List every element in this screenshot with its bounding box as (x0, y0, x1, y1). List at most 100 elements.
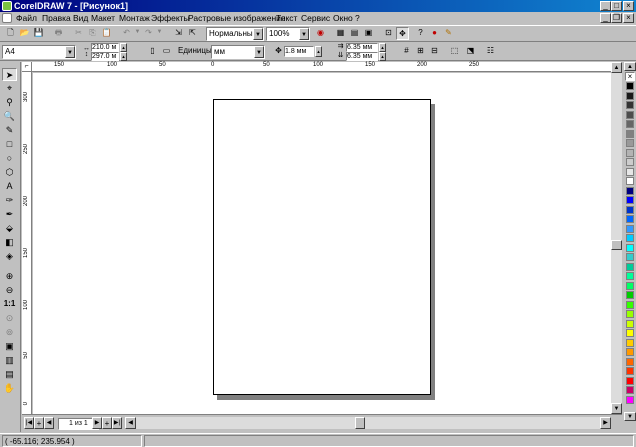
color-swatch[interactable] (626, 395, 634, 404)
add-page-before-button[interactable]: + (34, 417, 44, 429)
menu-window[interactable]: Окно (333, 12, 353, 24)
nudge-spinner[interactable]: ▴ (315, 46, 322, 57)
color-swatch[interactable] (626, 196, 634, 204)
color-swatch[interactable] (626, 291, 634, 299)
paper-size-select[interactable]: A4 ▼ (2, 45, 76, 59)
duplicate-y-spinner[interactable]: ▴ (379, 52, 386, 61)
chevron-down-icon[interactable]: ▼ (299, 28, 309, 40)
color-swatch[interactable] (626, 319, 634, 328)
zoom-page-icon[interactable]: ▣ (2, 340, 17, 353)
corel-application-icon[interactable]: ◉ (314, 27, 327, 40)
color-swatch[interactable] (626, 348, 634, 356)
interactive-blend-icon[interactable]: ◈ (2, 250, 17, 263)
previous-page-button[interactable]: ◀ (44, 417, 54, 429)
landscape-icon[interactable]: ▭ (160, 45, 173, 58)
first-page-button[interactable]: |◀ (24, 417, 34, 429)
save-icon[interactable]: 💾 (32, 27, 45, 40)
color-swatch[interactable] (626, 386, 634, 394)
menu-view[interactable]: Вид (73, 12, 88, 24)
color-swatch[interactable] (626, 215, 634, 223)
export-icon[interactable]: ⇱ (186, 27, 199, 40)
page-width-input[interactable]: 210.0 м (91, 43, 119, 52)
pan-tool-icon[interactable]: ✋ (2, 382, 17, 395)
object-manager-icon[interactable]: ▣ (362, 27, 375, 40)
color-swatch[interactable] (626, 262, 634, 271)
view-mode-select[interactable]: Нормальный ▼ (206, 27, 264, 41)
page-height-input[interactable]: 297.0 м (91, 52, 119, 61)
zoom-all-icon[interactable]: ⊚ (2, 326, 17, 339)
color-swatch[interactable] (626, 205, 634, 214)
minimize-button[interactable]: _ (600, 1, 611, 11)
color-swatch[interactable] (626, 376, 634, 385)
scroll-up-button[interactable]: ▲ (611, 62, 622, 73)
zoom-out-icon[interactable]: ⊖ (2, 284, 17, 297)
next-page-button[interactable]: ▶ (92, 417, 102, 429)
copy-icon[interactable]: ⎘ (86, 27, 99, 40)
color-swatch[interactable] (626, 338, 634, 347)
color-swatch[interactable] (626, 101, 634, 109)
new-icon[interactable]: 🗋 (4, 27, 17, 40)
zoom-page-height-icon[interactable]: ▤ (2, 368, 17, 381)
vertical-scrollbar[interactable]: ▲ ▼ (611, 62, 622, 414)
text-tool-icon[interactable]: A (2, 180, 17, 193)
outline-tool-icon[interactable]: ✒ (2, 208, 17, 221)
doc-restore-button[interactable]: ❐ (611, 13, 622, 23)
color-swatch[interactable] (626, 272, 634, 280)
pick-tool-icon[interactable]: ➤ (2, 68, 17, 81)
chevron-down-icon[interactable]: ▼ (65, 46, 75, 58)
units-select[interactable]: мм ▼ (211, 45, 265, 59)
ruler-origin[interactable]: ⌐ (22, 62, 32, 72)
menu-tools[interactable]: Сервис (301, 12, 330, 24)
zoom-in-icon[interactable]: ⊕ (2, 270, 17, 283)
snap-icon[interactable]: ✥ (396, 27, 409, 40)
rectangle-tool-icon[interactable]: □ (2, 138, 17, 151)
freehand-tool-icon[interactable]: ✎ (2, 124, 17, 137)
menu-effects[interactable]: Эффекты (151, 12, 190, 24)
coreldraw-icon[interactable] (2, 1, 12, 11)
corel-launcher-icon[interactable]: ▦ (334, 27, 347, 40)
color-swatch[interactable] (626, 110, 634, 119)
color-swatch[interactable] (626, 186, 634, 195)
zoom-selected-icon[interactable]: ⊙ (2, 312, 17, 325)
color-swatch[interactable] (626, 224, 634, 233)
portrait-icon[interactable]: ▯ (146, 45, 159, 58)
color-swatch[interactable] (626, 91, 634, 100)
menu-bitmaps[interactable]: Растровые изображения (188, 12, 285, 24)
horizontal-scrollbar[interactable]: ◀ ▶ (125, 417, 611, 429)
color-swatch[interactable] (626, 167, 634, 176)
menu-edit[interactable]: Правка (42, 12, 71, 24)
palette-scroll-down-button[interactable]: ▼ (624, 412, 636, 421)
add-page-after-button[interactable]: + (102, 417, 112, 429)
zoom-tool-icon[interactable]: 🔍 (2, 110, 17, 123)
drawing-canvas[interactable] (33, 73, 611, 414)
color-swatch[interactable] (626, 234, 634, 242)
doc-minimize-button[interactable]: _ (600, 13, 611, 23)
maximize-button[interactable]: □ (611, 1, 622, 11)
whats-this-icon[interactable]: ? (414, 27, 427, 40)
zoom-page-width-icon[interactable]: ▥ (2, 354, 17, 367)
treat-as-filled-icon[interactable]: ⬚ (448, 45, 461, 58)
chevron-down-icon[interactable]: ▼ (253, 28, 263, 40)
snap-to-grid-icon[interactable]: # (400, 45, 413, 58)
color-swatch[interactable] (626, 148, 634, 157)
color-swatch[interactable] (626, 281, 634, 290)
close-button[interactable]: × (623, 1, 634, 11)
redo-dropdown-icon[interactable]: ▼ (153, 27, 166, 40)
no-fill-swatch[interactable]: × (625, 72, 635, 81)
fill-tool-icon[interactable]: ⬙ (2, 222, 17, 235)
color-swatch[interactable] (626, 300, 634, 309)
shape-tool-icon[interactable]: ⌖ (2, 82, 17, 95)
color-swatch[interactable] (626, 310, 634, 318)
doc-close-button[interactable]: × (623, 13, 634, 23)
height-spinner[interactable]: ▴ (120, 52, 127, 61)
menu-arrange[interactable]: Монтаж (119, 12, 150, 24)
width-spinner[interactable]: ▴ (120, 43, 127, 52)
duplicate-y-input[interactable]: 6.35 мм (346, 52, 378, 61)
cut-icon[interactable]: ✂ (72, 27, 85, 40)
dockers-icon[interactable]: ▤ (348, 27, 361, 40)
color-swatch[interactable] (626, 82, 634, 90)
options-icon[interactable]: ☷ (484, 45, 497, 58)
document-icon[interactable] (2, 13, 12, 23)
palette-scroll-up-button[interactable]: ▲ (624, 62, 636, 71)
knife-tool-icon[interactable]: ⚲ (2, 96, 17, 109)
